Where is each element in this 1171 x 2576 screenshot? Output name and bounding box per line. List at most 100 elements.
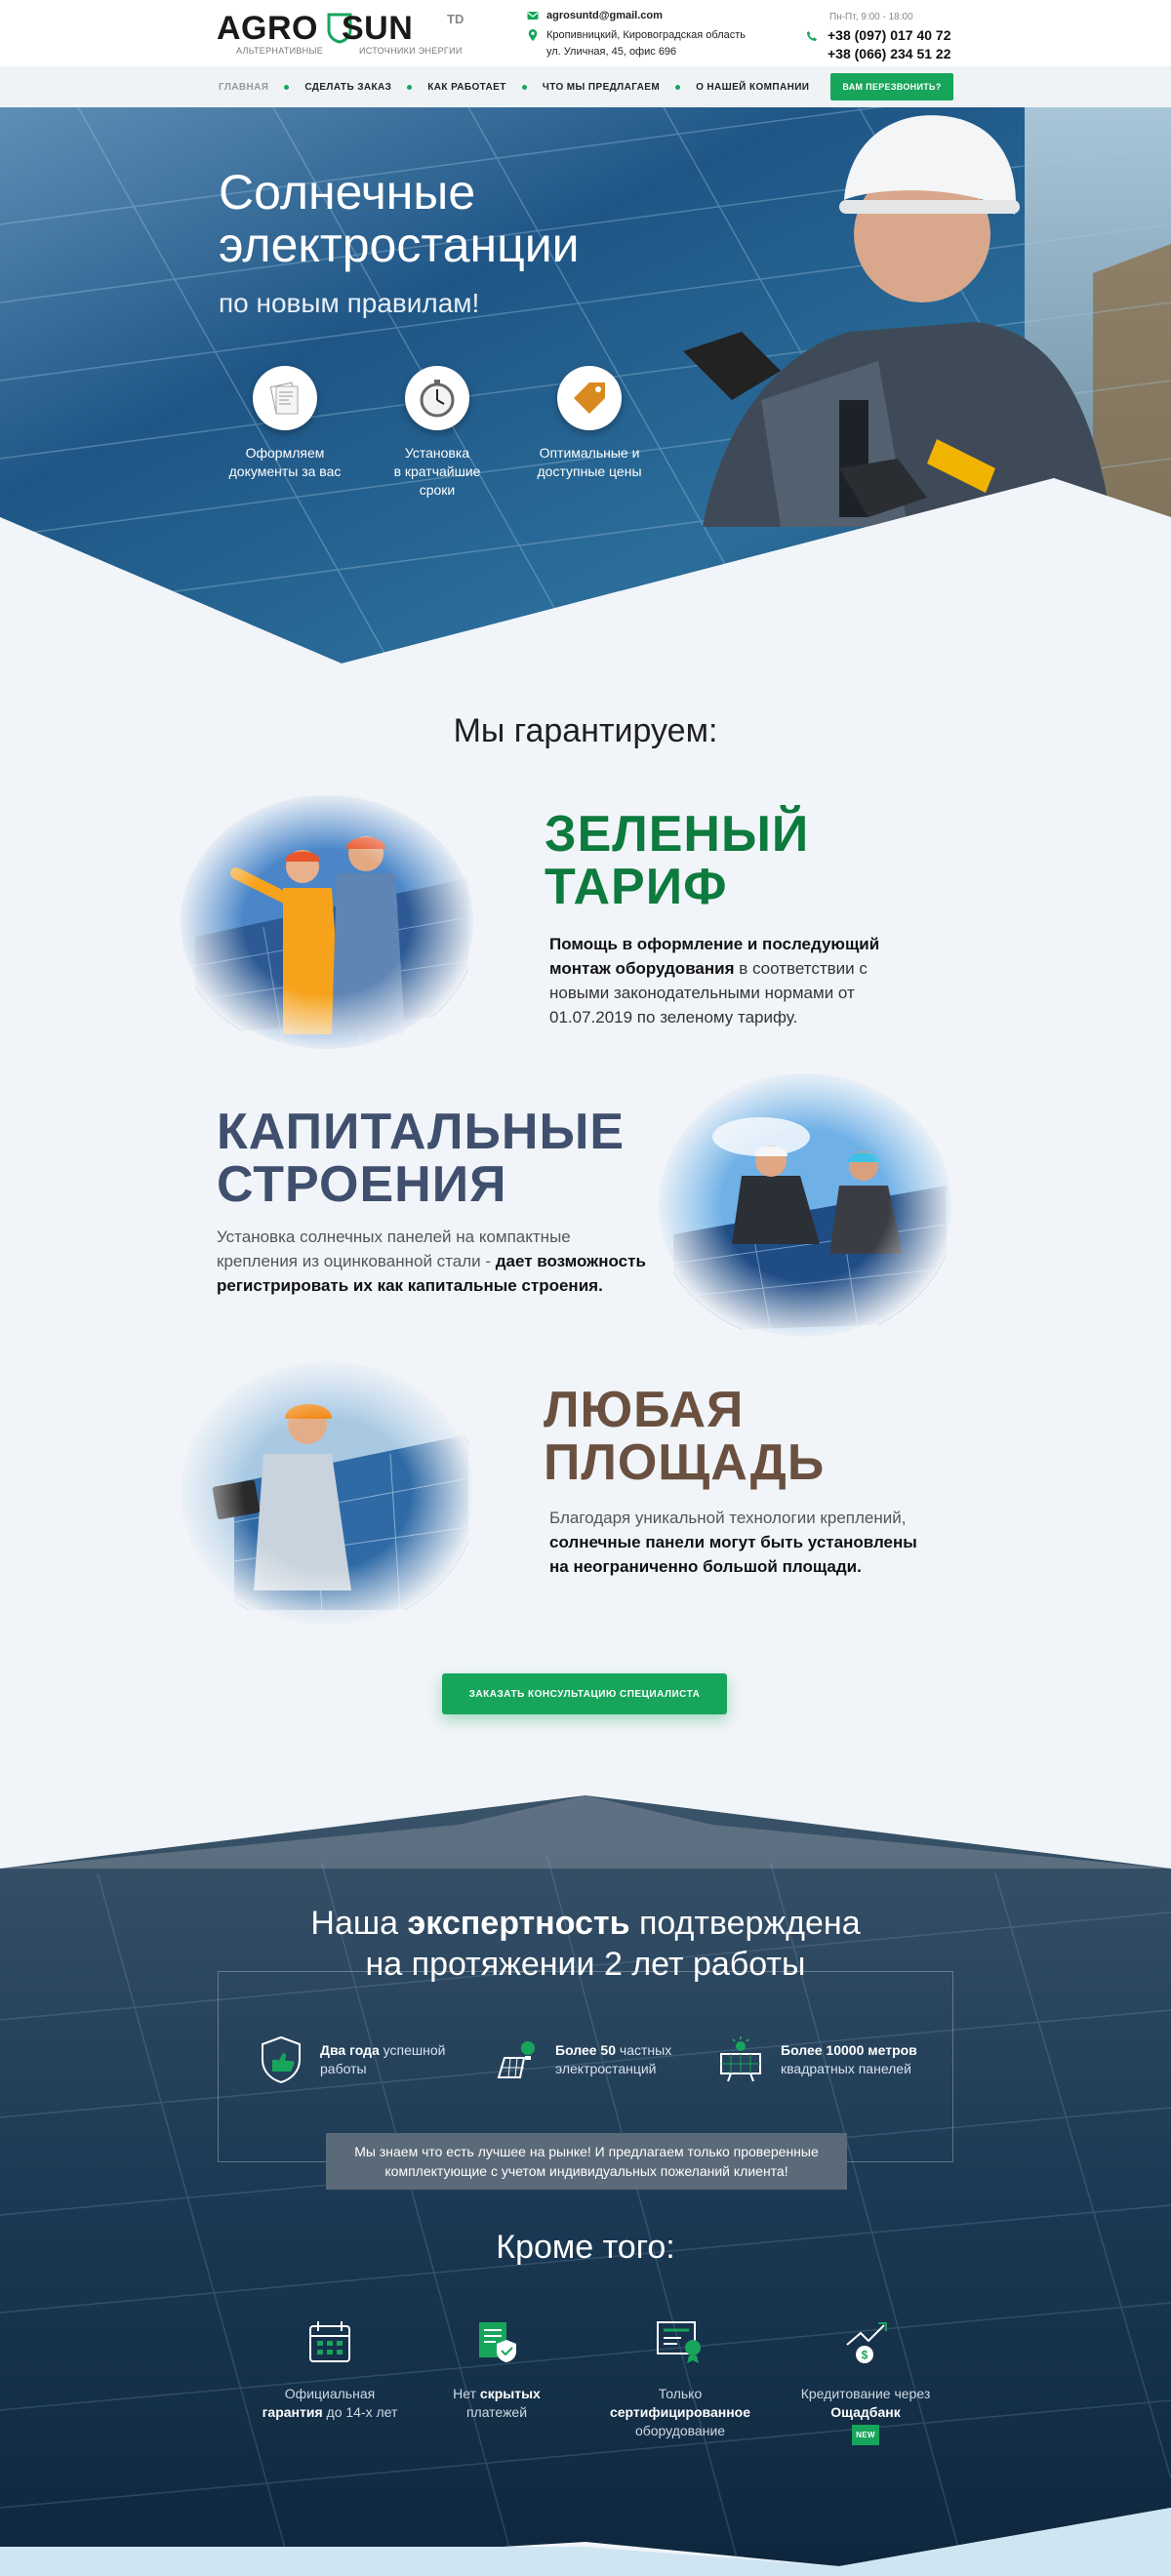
feature-text-line-2: в кратчайшие [393, 463, 481, 479]
installers-photo [654, 1068, 956, 1342]
perk-no-hidden-fees: Нет скрытых платежей [419, 2313, 575, 2422]
logo-text-right: SUN [342, 10, 414, 47]
hero-title-line-2: электростанции [219, 218, 580, 272]
perk-text-line-3: оборудование [634, 2423, 726, 2438]
perk-certified: Только сертифицированное оборудование [602, 2313, 758, 2440]
nav-separator [407, 84, 413, 90]
nav-separator [675, 84, 681, 90]
stat-text-line-2: электростанций [555, 2061, 657, 2076]
nav-item-order[interactable]: СДЕЛАТЬ ЗАКАЗ [304, 82, 391, 93]
nav-separator [521, 84, 527, 90]
any-area-heading: ЛЮБАЯ ПЛОЩАДЬ [544, 1384, 825, 1489]
capital-buildings-heading: КАПИТАЛЬНЫЕ СТРОЕНИЯ [217, 1106, 625, 1211]
perk-warranty: Официальная гарантия до 14-х лет [252, 2313, 408, 2422]
heading-line-2: СТРОЕНИЯ [217, 1156, 507, 1213]
certificate-icon [657, 2321, 701, 2363]
phone-number-1[interactable]: +38 (097) 017 40 72 [828, 26, 951, 45]
consultation-button[interactable]: ЗАКАЗАТЬ КОНСУЛЬТАЦИЮ СПЕЦИАЛИСТА [442, 1673, 727, 1714]
location-pin-icon [528, 29, 538, 41]
logo-text-left: AGRO [217, 10, 318, 47]
main-nav: ГЛАВНАЯ СДЕЛАТЬ ЗАКАЗ КАК РАБОТАЕТ ЧТО М… [0, 66, 1171, 107]
quality-note: Мы знаем что есть лучшее на рынке! И пре… [326, 2133, 847, 2190]
shield-document-icon [479, 2322, 516, 2362]
stat-years: Два года успешной работы [258, 2034, 445, 2085]
nav-item-home[interactable]: ГЛАВНАЯ [219, 82, 268, 93]
address-line-1: Кропивницкий, Кировоградская область [546, 29, 747, 41]
logo-subtitle-right: ИСТОЧНИКИ ЭНЕРГИИ [359, 46, 463, 56]
capital-buildings-text: Установка солнечных панелей на компактны… [217, 1225, 646, 1298]
perk-credit: $ Кредитование через Ощадбанк NEW [787, 2313, 944, 2445]
stat-panels: Более 10000 метров квадратных панелей [716, 2034, 917, 2085]
perk-bold: Ощадбанк [830, 2404, 901, 2420]
nav-items: ГЛАВНАЯ СДЕЛАТЬ ЗАКАЗ КАК РАБОТАЕТ ЧТО М… [219, 66, 809, 107]
body-text: Благодаря уникальной технологии креплени… [549, 1509, 907, 1527]
phone-block: Пн-Пт, 9:00 - 18:00 +38 (097) 017 40 72 … [806, 8, 951, 63]
feature-text-line-2: доступные цены [537, 463, 642, 479]
svg-text:$: $ [862, 2349, 868, 2362]
address-line-2: ул. Уличная, 45, офис 696 [546, 46, 677, 58]
logo[interactable]: AGRO SUN TD АЛЬТЕРНАТИВНЫЕ ИСТОЧНИКИ ЭНЕ… [217, 10, 470, 56]
logo-subtitle-left: АЛЬТЕРНАТИВНЫЕ [236, 46, 324, 56]
perk-text-line-1: Официальная [284, 2386, 376, 2401]
stat-text-line-2: работы [320, 2061, 367, 2076]
nav-item-how-it-works[interactable]: КАК РАБОТАЕТ [427, 82, 505, 93]
perk-text: Нет [453, 2386, 480, 2401]
stat-text: успешной [379, 2042, 446, 2058]
heading-line-2: ТАРИФ [545, 859, 728, 915]
heading-line-2: ПЛОЩАДЬ [544, 1434, 826, 1491]
title-part-2: подтверждена [629, 1905, 861, 1942]
callback-button[interactable]: ВАМ ПЕРЕЗВОНИТЬ? [830, 73, 953, 101]
solar-panel-bulb-icon [497, 2041, 535, 2078]
hero-feature-prices: Оптимальные и доступные цены [521, 366, 658, 481]
price-tag-icon [557, 366, 622, 430]
stopwatch-icon [405, 366, 469, 430]
heading-line-1: КАПИТАЛЬНЫЕ [217, 1104, 626, 1160]
nav-separator [284, 84, 290, 90]
engineer-tablet-photo [176, 1356, 478, 1630]
green-tariff-text: Помощь в оформление и последующий монтаж… [549, 932, 891, 1029]
hero-title-line-1: Солнечные [219, 165, 476, 220]
green-tariff-heading: ЗЕЛЕНЫЙ ТАРИФ [545, 808, 809, 913]
guarantee-title: Мы гарантируем: [453, 712, 718, 749]
phone-number-2[interactable]: +38 (066) 234 51 22 [828, 45, 951, 63]
stat-text-line-2: квадратных панелей [781, 2061, 911, 2076]
perk-bold: сертифицированное [609, 2404, 751, 2420]
emphasis-text: солнечные панели могут быть установлены … [549, 1533, 917, 1576]
money-growth-icon: $ [846, 2322, 887, 2363]
nav-item-about[interactable]: О НАШЕЙ КОМПАНИИ [696, 82, 809, 93]
stat-stations: Более 50 частных электростанций [493, 2034, 671, 2085]
hero-section: Солнечные электростанции по новым правил… [0, 107, 1171, 664]
site-header: AGRO SUN TD АЛЬТЕРНАТИВНЫЕ ИСТОЧНИКИ ЭНЕ… [0, 0, 1171, 66]
perk-text-line-1: Кредитование через [800, 2386, 931, 2401]
perk-text-line-2: платежей [465, 2404, 528, 2420]
perk-bold: гарантия [262, 2404, 323, 2420]
heading-line-1: ЗЕЛЕНЫЙ [545, 806, 810, 863]
nav-item-offer[interactable]: ЧТО МЫ ПРЕДЛАГАЕМ [543, 82, 660, 93]
feature-text-line-3: сроки [419, 482, 456, 498]
any-area-text: Благодаря уникальной технологии креплени… [549, 1506, 920, 1579]
solar-panel-sun-icon [720, 2036, 761, 2082]
working-hours: Пн-Пт, 9:00 - 18:00 [829, 12, 913, 22]
heading-line-1: ЛЮБАЯ [544, 1382, 745, 1438]
documents-icon [253, 366, 317, 430]
phone-icon [807, 30, 817, 41]
stat-bold: Более 10000 метров [781, 2042, 917, 2058]
feature-text-line-1: Оптимальные и [539, 445, 640, 461]
perk-text-line-1: Только [658, 2386, 703, 2401]
contact-block: agrosuntd@gmail.com Кропивницкий, Кирово… [527, 8, 746, 60]
title-bold: экспертность [407, 1905, 630, 1942]
feature-text-line-1: Установка [404, 445, 470, 461]
calendar-icon [309, 2321, 350, 2362]
stat-bold: Более 50 [555, 2042, 617, 2058]
feature-text-line-2: документы за вас [228, 463, 342, 479]
hero-feature-speed: Установка в кратчайшие сроки [369, 366, 505, 500]
stat-bold: Два года [320, 2042, 380, 2058]
title-part-1: Наша [310, 1905, 408, 1942]
shield-thumbs-up-icon [262, 2035, 301, 2084]
additionally-title: Кроме того: [496, 2229, 675, 2266]
envelope-icon [527, 12, 539, 20]
perk-text: до 14-х лет [322, 2404, 398, 2420]
email-link[interactable]: agrosuntd@gmail.com [546, 8, 663, 24]
hero-feature-documents: Оформляем документы за вас [217, 366, 353, 481]
hero-subtitle: по новым правилам! [219, 288, 480, 318]
